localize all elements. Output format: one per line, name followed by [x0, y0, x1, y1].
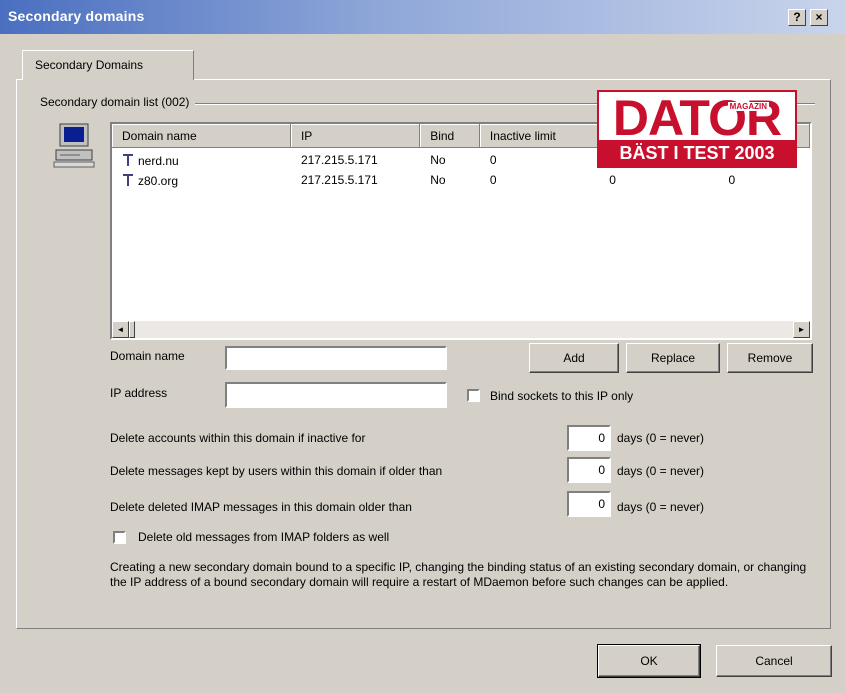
help-button[interactable]: ? — [788, 9, 806, 26]
scroll-thumb[interactable] — [129, 321, 135, 338]
old-messages-days-field[interactable] — [567, 457, 611, 483]
close-button[interactable]: × — [810, 9, 828, 26]
cell-domain: z80.org — [112, 170, 291, 190]
computer-icon — [53, 123, 95, 168]
rule-imap-unit: days (0 = never) — [617, 500, 705, 514]
imap-days-field[interactable] — [567, 491, 611, 517]
cancel-button[interactable]: Cancel — [716, 645, 832, 677]
rule-inactive-unit: days (0 = never) — [617, 431, 705, 445]
imap-folders-checkbox[interactable] — [113, 531, 126, 544]
restart-note: Creating a new secondary domain bound to… — [110, 560, 807, 589]
rule-inactive-label: Delete accounts within this domain if in… — [110, 431, 366, 445]
domain-name-label: Domain name — [110, 349, 185, 363]
cell-bind: No — [430, 173, 446, 187]
remove-button[interactable]: Remove — [727, 343, 813, 373]
inactive-days-field[interactable] — [567, 425, 611, 451]
cell-inactive: 0 — [489, 153, 497, 167]
bind-sockets-checkbox[interactable] — [467, 389, 480, 402]
ip-address-field[interactable] — [225, 382, 447, 408]
bind-sockets-label: Bind sockets to this IP only — [490, 389, 634, 403]
column-inactive-limit[interactable]: Inactive limit — [479, 124, 600, 148]
cell-5: 0 — [609, 173, 616, 187]
rule-old-messages-label: Delete messages kept by users within thi… — [110, 464, 443, 478]
badge-magazine: MAGAZIN — [727, 102, 769, 111]
column-ip[interactable]: IP — [290, 124, 421, 148]
domain-icon — [123, 154, 133, 166]
add-button[interactable]: Add — [529, 343, 619, 373]
ip-address-label: IP address — [110, 386, 168, 400]
ok-button[interactable]: OK — [597, 644, 701, 678]
tab-secondary-domains[interactable]: Secondary Domains — [22, 50, 194, 80]
imap-folders-label: Delete old messages from IMAP folders as… — [138, 530, 390, 544]
domain-icon — [123, 174, 133, 186]
horizontal-scrollbar[interactable]: ◄ ► — [112, 321, 810, 338]
column-bind[interactable]: Bind — [420, 124, 480, 148]
cell-bind: No — [430, 153, 446, 167]
scroll-left-button[interactable]: ◄ — [112, 321, 129, 338]
rule-old-messages-unit: days (0 = never) — [617, 464, 705, 478]
cell-domain: nerd.nu — [112, 150, 291, 170]
cell-inactive: 0 — [489, 173, 497, 187]
cell-ip: 217.215.5.171 — [300, 173, 378, 187]
rule-imap-label: Delete deleted IMAP messages in this dom… — [110, 500, 412, 514]
table-row[interactable]: z80.org 217.215.5.171 No 0 0 0 — [112, 170, 810, 190]
badge-award: BÄST I TEST 2003 — [599, 140, 795, 166]
window-title: Secondary domains — [8, 8, 145, 24]
cell-ip: 217.215.5.171 — [300, 153, 378, 167]
domain-name-field[interactable] — [225, 346, 447, 370]
dator-magazin-badge: DATOR MAGAZIN BÄST I TEST 2003 — [597, 90, 797, 168]
group-label: Secondary domain list (002) — [40, 95, 196, 109]
replace-button[interactable]: Replace — [626, 343, 720, 373]
scroll-right-button[interactable]: ► — [793, 321, 810, 338]
cell-6: 0 — [728, 173, 736, 187]
column-domain-name[interactable]: Domain name — [112, 124, 291, 148]
